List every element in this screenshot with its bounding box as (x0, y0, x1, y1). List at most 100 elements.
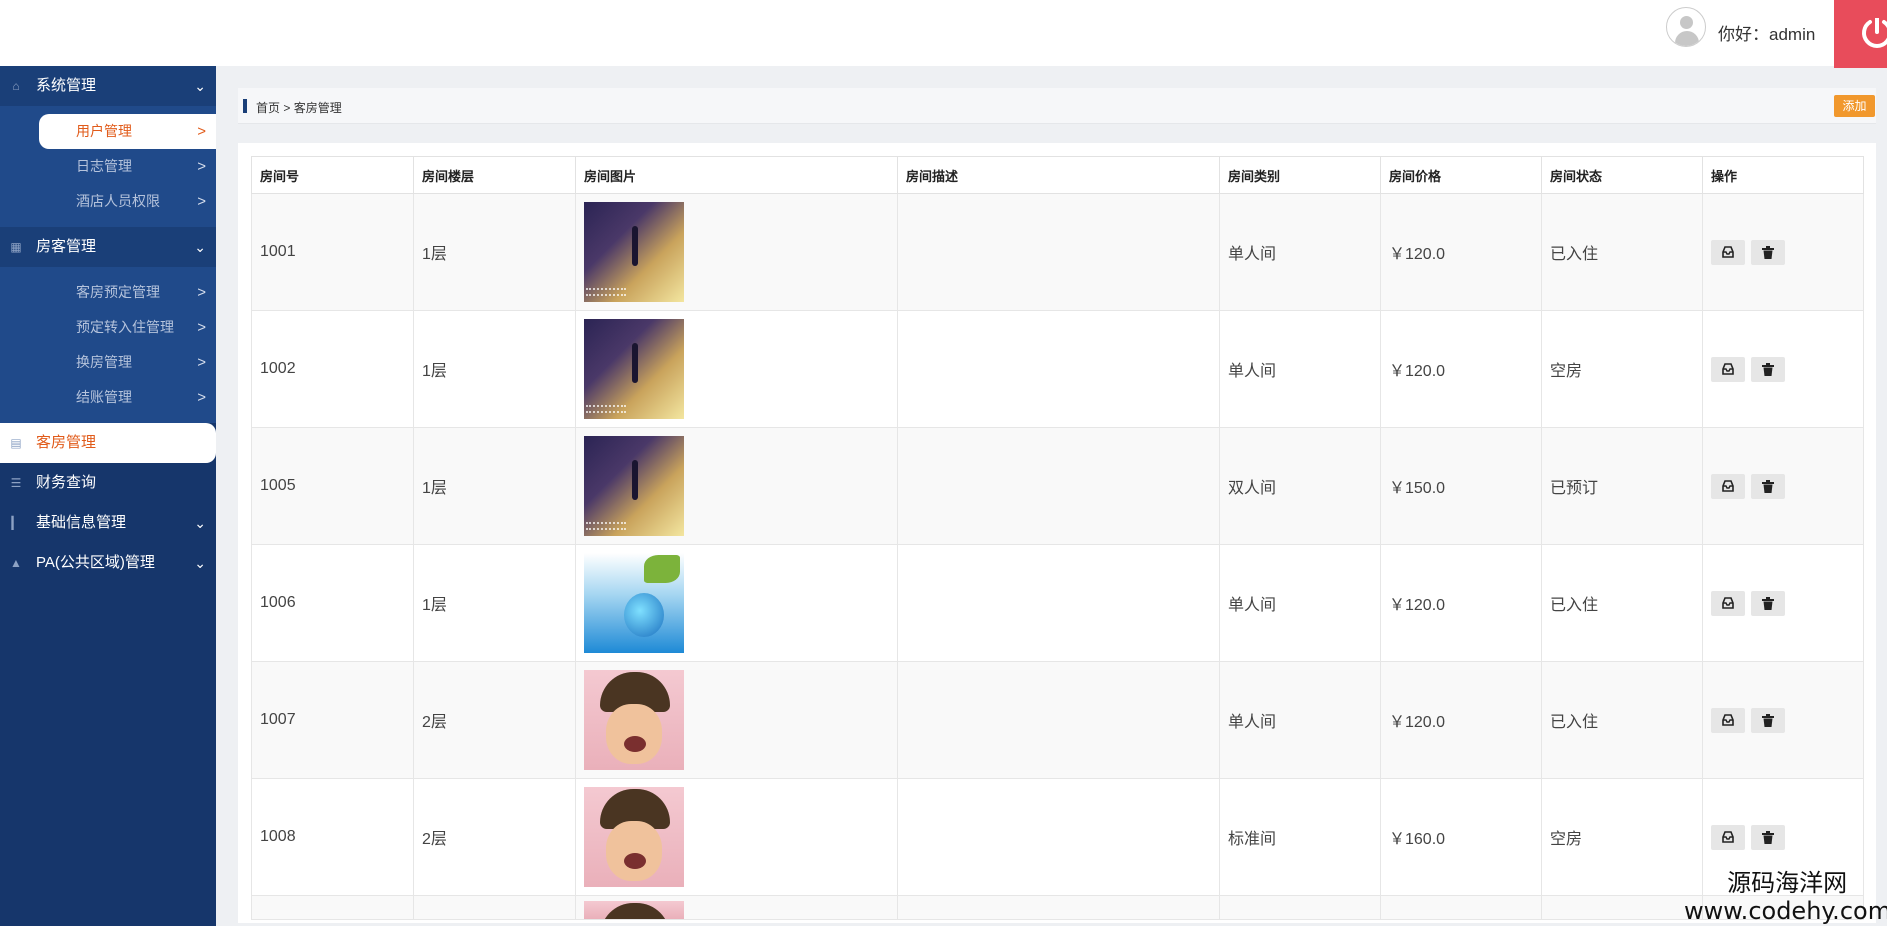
greeting-text: 你好：admin (1718, 25, 1816, 44)
room-price-cell: ￥150.0 (1380, 427, 1542, 545)
room-floor-cell: 1层 (413, 427, 576, 545)
edit-button[interactable] (1711, 707, 1745, 733)
add-button[interactable]: 添加 (1834, 95, 1875, 117)
room-image-cell (575, 661, 898, 779)
room-table-panel: 房间号 房间楼层 房间图片 房间描述 房间类别 房间价格 房间状态 操作 100… (238, 143, 1876, 923)
sidebar-item-checkout[interactable]: 结账管理 > (0, 380, 216, 415)
room-image-cell (575, 310, 898, 428)
room-type-cell: 单人间 (1219, 193, 1381, 311)
chevron-down-icon: ⌄ (194, 555, 206, 571)
table-row: 1008 2层 标准间 ￥160.0 空房 (251, 778, 1864, 896)
edit-button[interactable] (1711, 356, 1745, 382)
chevron-right-icon: > (197, 193, 206, 210)
trash-icon (1762, 362, 1774, 376)
sidebar-item-booking-checkin[interactable]: 预定转入住管理 > (0, 310, 216, 345)
sidebar-group-label: 房客管理 (36, 238, 97, 255)
actions-cell (1702, 661, 1864, 779)
room-image[interactable] (584, 901, 684, 919)
room-description-cell (897, 310, 1220, 428)
table-cell (413, 895, 576, 920)
room-number-cell: 1006 (251, 544, 414, 662)
sidebar-item-room-management[interactable]: ▤ 客房管理 (0, 423, 216, 463)
delete-button[interactable] (1751, 356, 1785, 382)
inbox-icon (1722, 713, 1734, 726)
chevron-right-icon: > (197, 319, 206, 336)
room-image[interactable] (584, 436, 684, 536)
home-icon: ⌂ (12, 79, 20, 93)
sidebar-group-system[interactable]: ⌂ 系统管理 ⌄ (0, 66, 216, 106)
breadcrumb-separator: > (283, 101, 291, 115)
room-type-cell: 标准间 (1219, 778, 1381, 896)
room-status-cell: 空房 (1541, 778, 1703, 896)
breadcrumb-text: 首页 > 客房管理 (256, 99, 342, 116)
table-cell (1380, 895, 1542, 920)
top-header: 你好：admin (0, 0, 1887, 68)
delete-button[interactable] (1751, 590, 1785, 616)
room-status-cell: 空房 (1541, 310, 1703, 428)
table-row (251, 895, 1864, 920)
breadcrumb-marker (243, 99, 247, 113)
inbox-icon (1722, 596, 1734, 609)
trash-icon (1762, 245, 1774, 259)
sidebar-group-guest[interactable]: ▦ 房客管理 ⌄ (0, 227, 216, 267)
table-cell (1219, 895, 1381, 920)
sidebar-item-staff-permissions[interactable]: 酒店人员权限 > (0, 184, 216, 219)
room-description-cell (897, 544, 1220, 662)
room-floor-cell: 1层 (413, 544, 576, 662)
column-header: 房间类别 (1219, 156, 1381, 194)
table-row: 1007 2层 单人间 ￥120.0 已入住 (251, 661, 1864, 779)
table-row: 1006 1层 单人间 ￥120.0 已入住 (251, 544, 1864, 662)
logout-button[interactable] (1834, 0, 1887, 68)
room-image[interactable] (584, 553, 684, 653)
room-image-cell (575, 427, 898, 545)
room-description-cell (897, 661, 1220, 779)
room-image[interactable] (584, 787, 684, 887)
room-image[interactable] (584, 202, 684, 302)
sidebar-item-log-management[interactable]: 日志管理 > (0, 149, 216, 184)
chevron-right-icon: > (197, 389, 206, 406)
sidebar-item-label: 日志管理 (76, 158, 132, 174)
column-header: 房间描述 (897, 156, 1220, 194)
breadcrumb-home-link[interactable]: 首页 (256, 101, 280, 115)
sidebar-item-user-management[interactable]: 用户管理 > (39, 114, 216, 149)
delete-button[interactable] (1751, 239, 1785, 265)
trash-icon (1762, 713, 1774, 727)
inbox-icon (1722, 830, 1734, 843)
sidebar-item-basic-info[interactable]: ▎ 基础信息管理 ⌄ (0, 503, 216, 543)
delete-button[interactable] (1751, 824, 1785, 850)
edit-button[interactable] (1711, 824, 1745, 850)
list-icon: ☰ (10, 476, 22, 490)
table-row: 1005 1层 双人间 ￥150.0 已预订 (251, 427, 1864, 545)
delete-button[interactable] (1751, 707, 1785, 733)
chevron-right-icon: > (197, 123, 206, 140)
room-image-cell (575, 193, 898, 311)
room-image[interactable] (584, 319, 684, 419)
inbox-icon (1722, 362, 1734, 375)
room-type-cell: 双人间 (1219, 427, 1381, 545)
sidebar-item-finance[interactable]: ☰ 财务查询 (0, 463, 216, 503)
sidebar-item-public-area[interactable]: ▲ PA(公共区域)管理 ⌄ (0, 543, 216, 583)
power-icon (1862, 18, 1887, 48)
delete-button[interactable] (1751, 473, 1785, 499)
sidebar-item-room-booking[interactable]: 客房预定管理 > (0, 275, 216, 310)
edit-button[interactable] (1711, 473, 1745, 499)
sidebar-item-room-change[interactable]: 换房管理 > (0, 345, 216, 380)
calendar-icon: ▤ (10, 436, 22, 450)
sidebar: ⌂ 系统管理 ⌄ 用户管理 > 日志管理 > 酒店人员权限 > ▦ 房客管理 ⌄… (0, 66, 216, 926)
room-status-cell: 已入住 (1541, 661, 1703, 779)
sidebar-item-label: 预定转入住管理 (76, 319, 174, 335)
sidebar-item-label: 财务查询 (36, 474, 97, 491)
room-image[interactable] (584, 670, 684, 770)
actions-cell (1702, 310, 1864, 428)
column-header: 操作 (1702, 156, 1864, 194)
room-description-cell (897, 778, 1220, 896)
edit-button[interactable] (1711, 590, 1745, 616)
room-number-cell: 1007 (251, 661, 414, 779)
edit-button[interactable] (1711, 239, 1745, 265)
sidebar-sublist-guest: 客房预定管理 > 预定转入住管理 > 换房管理 > 结账管理 > (0, 267, 216, 423)
breadcrumb: 首页 > 客房管理 (238, 88, 1876, 124)
avatar[interactable] (1666, 7, 1706, 47)
actions-cell (1702, 544, 1864, 662)
sidebar-item-label: 客房管理 (36, 434, 97, 451)
watermark: 源码海洋网 www.codehy.com (1684, 869, 1887, 925)
